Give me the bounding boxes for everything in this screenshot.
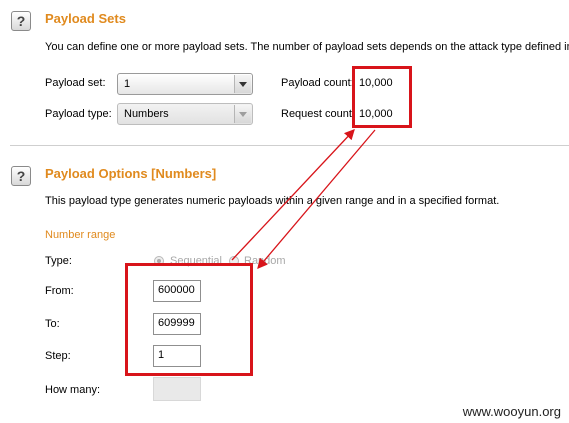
annotation-arrow-icon xyxy=(257,129,376,269)
annotation-arrows xyxy=(231,129,376,269)
annotation-arrow-icon xyxy=(231,129,355,261)
watermark: www.wooyun.org xyxy=(462,404,561,419)
